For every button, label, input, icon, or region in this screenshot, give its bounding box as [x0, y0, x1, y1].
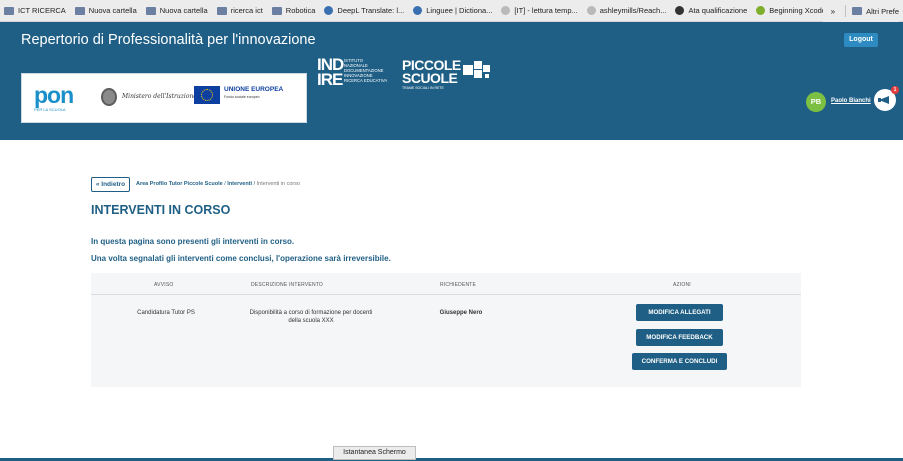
folder-icon	[216, 6, 227, 15]
bookmark-label: ashleymills/Reach...	[599, 6, 667, 15]
puzzle-pieces-icon	[463, 61, 490, 78]
modifica-feedback-button[interactable]: MODIFICA FEEDBACK	[636, 329, 723, 346]
bookmark-label: Linguee | Dictiona...	[426, 6, 493, 15]
pon-logo: pon PER LA SCUOLA	[34, 83, 94, 113]
divider	[845, 5, 847, 17]
intro-text: In questa pagina sono presenti gli inter…	[91, 237, 295, 246]
column-header-avviso: AVVISO	[154, 282, 174, 288]
piccole-scuole-line2: SCUOLE	[402, 70, 458, 86]
cell-richiedente: Giuseppe Nero	[439, 310, 483, 316]
back-button[interactable]: « Indietro	[91, 177, 130, 192]
bookmark-item[interactable]: Nuova cartella	[74, 6, 137, 15]
folder-icon	[852, 7, 863, 15]
avatar[interactable]: PB	[806, 92, 826, 112]
conferma-e-concludi-button[interactable]: CONFERMA E CONCLUDI	[632, 353, 727, 370]
bookmark-label: Nuova cartella	[88, 6, 137, 15]
bookmark-item[interactable]: ricerca ict	[216, 6, 263, 15]
bookmark-label: ICT RICERCA	[18, 6, 66, 15]
leaf-icon	[756, 6, 766, 15]
bookmark-label: ricerca ict	[230, 6, 263, 15]
target-icon	[675, 6, 685, 15]
eu-title: UNIONE EUROPEA	[224, 86, 284, 93]
bookmarks-overflow-button[interactable]: »	[831, 7, 835, 16]
bookmark-label: [IT] - lettura temp...	[514, 6, 578, 15]
other-bookmarks-label: Altri Prefe	[866, 6, 899, 16]
breadcrumb: Area Profilo Tutor Piccole Scuole / Inte…	[136, 181, 300, 187]
cell-descrizione: Disponibilità a corso di formazione per …	[241, 309, 381, 325]
pon-logo-text: pon	[34, 82, 74, 108]
table-header-divider	[91, 294, 801, 295]
breadcrumb-area-profilo[interactable]: Area Profilo Tutor Piccole Scuole	[136, 181, 223, 187]
bookmark-item[interactable]: ashleymills/Reach...	[586, 6, 667, 15]
warning-text: Una volta segnalati gli interventi come …	[91, 254, 391, 263]
column-header-descrizione: DESCRIZIONE INTERVENTO	[251, 282, 324, 288]
bookmark-label: Nuova cartella	[159, 6, 208, 15]
bookmarks-overflow-area: » Altri Prefe	[822, 0, 899, 22]
bookmarks-bar: ICT RICERCA Nuova cartella Nuova cartell…	[0, 0, 903, 22]
indire-logo-text: IND IRE	[317, 55, 344, 89]
interventi-table: AVVISO DESCRIZIONE INTERVENTO RICHIEDENT…	[91, 273, 801, 387]
piccole-scuole-tagline: TRAME SOCIALI IN RETE	[402, 86, 444, 90]
site-header: Repertorio di Professionalità per l'inno…	[0, 22, 903, 140]
folder-icon	[271, 6, 282, 15]
screenshot-tooltip: Istantanea Schermo	[333, 446, 416, 460]
folder-icon	[74, 6, 85, 15]
page-title: INTERVENTI IN CORSO	[91, 203, 231, 217]
eu-stars-icon	[201, 89, 213, 101]
deepl-icon	[324, 6, 334, 15]
breadcrumb-current: Interventi in corso	[256, 181, 301, 187]
cell-descrizione-line2: della scuola XXX	[288, 318, 334, 324]
breadcrumb-interventi[interactable]: Interventi	[227, 181, 252, 187]
pon-logo-subtext: PER LA SCUOLA	[34, 107, 66, 112]
bookmark-item[interactable]: ICT RICERCA	[4, 6, 66, 15]
megaphone-horn	[879, 96, 889, 104]
bookmark-label: Robotica	[285, 6, 316, 15]
modifica-allegati-button[interactable]: MODIFICA ALLEGATI	[636, 304, 723, 321]
cell-descrizione-line1: Disponibilità a corso di formazione per …	[249, 310, 373, 316]
bookmark-item[interactable]: Ata qualificazione	[675, 6, 747, 15]
bookmark-item[interactable]: Robotica	[271, 6, 316, 15]
linguee-icon	[413, 6, 423, 15]
indire-logo: IND IRE ISTITUTO NAZIONALE DOCUMENTAZIONE IN…	[317, 55, 397, 97]
eu-subtitle: Fondo sociale europeo	[224, 95, 260, 99]
username-link[interactable]: Paolo Bianchi	[831, 98, 871, 104]
globe-icon	[501, 6, 511, 15]
github-icon	[586, 6, 596, 15]
partner-logos-box: pon PER LA SCUOLA Ministero dell'Istruzi…	[21, 73, 307, 123]
bookmark-label: DeepL Translate: l...	[337, 6, 405, 15]
cell-avviso: Candidatura Tutor PS	[137, 310, 195, 316]
notification-badge: 1	[891, 86, 899, 94]
site-title: Repertorio di Professionalità per l'inno…	[21, 32, 316, 48]
ministero-label: Ministero dell'Istruzione	[122, 93, 197, 100]
logout-button[interactable]: Logout	[844, 33, 878, 47]
bookmark-item[interactable]: Linguee | Dictiona...	[413, 6, 492, 15]
other-bookmarks[interactable]: Altri Prefe	[852, 7, 899, 16]
bookmark-item[interactable]: DeepL Translate: l...	[324, 6, 404, 15]
bookmark-label: Ata qualificazione	[688, 6, 748, 15]
bookmark-item[interactable]: [IT] - lettura temp...	[501, 6, 578, 15]
eu-flag-icon	[194, 86, 220, 104]
bookmark-item[interactable]: Nuova cartella	[145, 6, 208, 15]
italian-republic-emblem-icon	[101, 88, 117, 106]
indire-logo-subtext: ISTITUTO NAZIONALE DOCUMENTAZIONE INNOVAZIO…	[344, 58, 388, 83]
folder-icon	[4, 6, 14, 15]
piccole-scuole-logo: PICCOLE SCUOLE TRAME SOCIALI IN RETE	[402, 58, 502, 92]
column-header-richiedente: RICHIEDENTE	[440, 282, 477, 288]
folder-icon	[145, 6, 156, 15]
column-header-azioni: AZIONI	[673, 282, 691, 288]
